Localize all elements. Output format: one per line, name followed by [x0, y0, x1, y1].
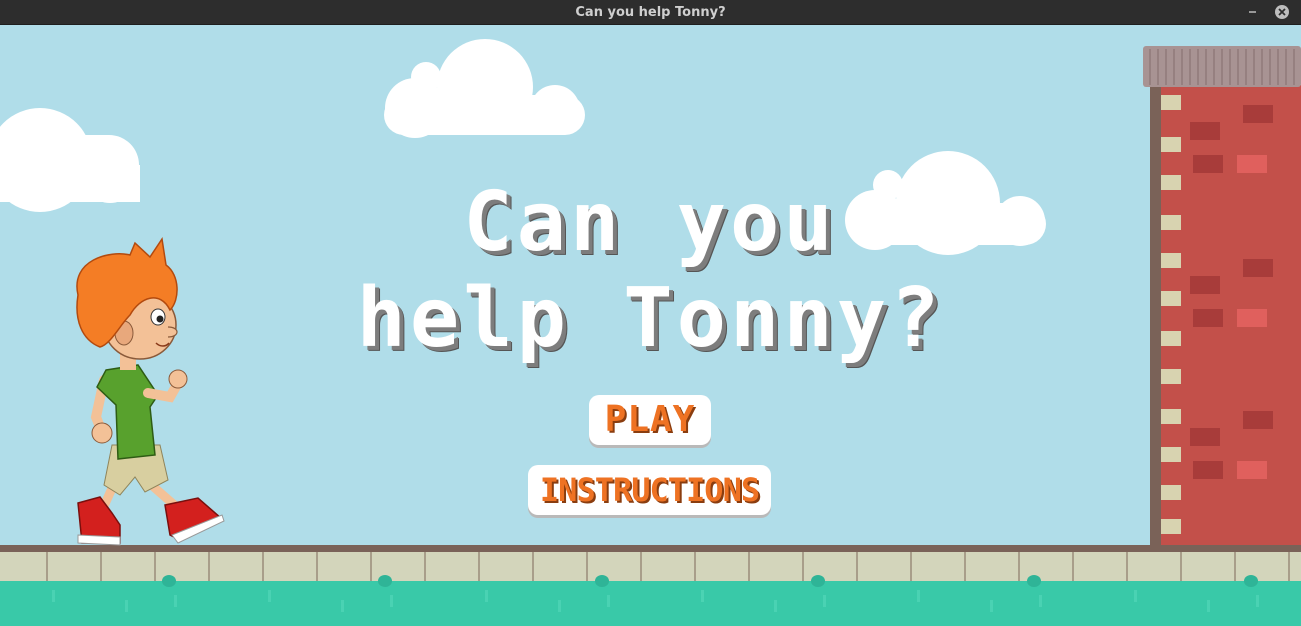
cloud-left — [0, 108, 140, 212]
game-title: Can you help Tonny? — [330, 175, 970, 367]
window-title: Can you help Tonny? — [575, 5, 726, 20]
tonny-character — [76, 236, 225, 546]
minimize-button[interactable] — [1244, 3, 1262, 21]
play-button[interactable]: PLAY — [589, 395, 711, 445]
game-window: Can you help Tonny? Can you help Tonny? … — [0, 0, 1301, 626]
sidewalk — [0, 545, 1301, 581]
game-title-line2: help Tonny? — [356, 271, 944, 366]
cloud-top-center — [384, 39, 585, 138]
water — [0, 575, 1301, 626]
instructions-button[interactable]: INSTRUCTIONS — [528, 465, 771, 515]
close-button[interactable] — [1273, 3, 1291, 21]
minimize-icon — [1249, 11, 1256, 13]
brick-building — [1143, 46, 1301, 547]
game-title-line1: Can you — [463, 175, 837, 270]
close-icon — [1275, 5, 1289, 19]
game-scene: Can you help Tonny? PLAY INSTRUCTIONS — [0, 25, 1301, 626]
title-bar: Can you help Tonny? — [0, 0, 1301, 25]
